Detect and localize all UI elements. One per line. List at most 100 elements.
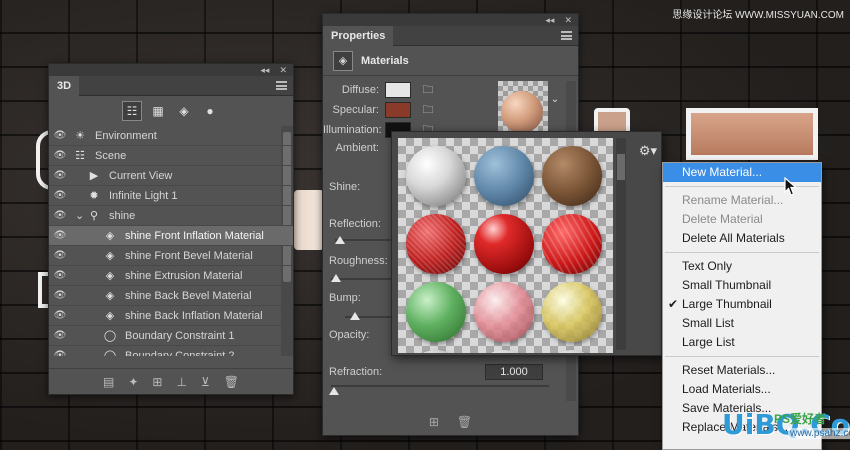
properties-titlebar[interactable]: ◂◂ ✕ — [323, 14, 578, 26]
menu-item-large-thumbnail[interactable]: ✔ Large Thumbnail — [663, 295, 821, 314]
menu-item-label: Delete All Materials — [682, 231, 785, 245]
ground-icon[interactable]: ⊥ — [176, 375, 186, 389]
visibility-eye-icon[interactable]: 👁 — [49, 230, 71, 241]
render-icon[interactable]: ▤ — [103, 375, 114, 389]
scene-tree-row[interactable]: 👁 ◈ shine Back Bevel Material — [49, 286, 293, 306]
trash-icon[interactable]: 🗑 — [224, 375, 239, 389]
whole-scene-icon[interactable]: ☷ — [122, 101, 142, 121]
scene-tree-row-label: shine — [109, 209, 136, 222]
scene-tree-row[interactable]: 👁 ◯ Boundary Constraint 1 — [49, 326, 293, 346]
menu-item-label: New Material... — [682, 165, 763, 179]
material-thumbnail-silver-sphere-2[interactable] — [474, 350, 534, 353]
visibility-eye-icon[interactable]: 👁 — [49, 170, 71, 181]
tab-properties[interactable]: Properties — [323, 25, 394, 46]
scene-tree-row[interactable]: 👁 ◈ shine Front Bevel Material — [49, 246, 293, 266]
materials-icon[interactable]: ◈ — [174, 101, 194, 121]
picker-scrollbar[interactable] — [616, 138, 626, 350]
visibility-eye-icon[interactable]: 👁 — [49, 130, 71, 141]
diffuse-row: Diffuse: 🗀 — [323, 82, 437, 98]
menu-item-reset-materials[interactable]: Reset Materials... — [663, 361, 821, 380]
panel-3d-tabbar: 3D — [49, 75, 293, 96]
specular-texture-icon[interactable]: 🗀 — [419, 103, 437, 117]
visibility-eye-icon[interactable]: 👁 — [49, 310, 71, 321]
illumination-label: Illumination: — [323, 124, 382, 136]
visibility-eye-icon[interactable]: 👁 — [49, 190, 71, 201]
material-thumbnail-red-fabric-sphere[interactable] — [406, 214, 466, 274]
visibility-eye-icon[interactable]: 👁 — [49, 150, 71, 161]
scene-tree-row[interactable]: 👁 ⌄ ⚲ shine — [49, 206, 293, 226]
panel-menu-icon[interactable] — [561, 31, 572, 40]
visibility-eye-icon[interactable]: 👁 — [49, 250, 71, 261]
drop-icon[interactable]: ⊻ — [201, 375, 210, 389]
diffuse-swatch[interactable] — [385, 82, 411, 98]
material-thumbnail-red-glossy-sphere[interactable] — [474, 214, 534, 274]
scene-tree-row[interactable]: 👁 ✹ Infinite Light 1 — [49, 186, 293, 206]
scene-tree-row-label: shine Front Bevel Material — [125, 249, 253, 262]
render-icon[interactable]: ⊞ — [429, 415, 439, 429]
watermark-tag: PS爱好者 — [774, 412, 827, 426]
material-thumbnail-grid — [398, 138, 613, 353]
gear-icon[interactable]: ⚙▾ — [638, 142, 658, 160]
lights-icon[interactable]: ● — [200, 101, 220, 121]
refraction-value[interactable]: 1.000 — [485, 364, 543, 380]
roughness-slider-knob[interactable] — [331, 274, 341, 282]
ambient-row: Ambient: — [323, 142, 385, 154]
menu-item-delete-all-materials[interactable]: Delete All Materials — [663, 229, 821, 248]
menu-item-large-list[interactable]: Large List — [663, 333, 821, 352]
visibility-eye-icon[interactable]: 👁 — [49, 330, 71, 341]
visibility-eye-icon[interactable]: 👁 — [49, 290, 71, 301]
material-icon: ◈ — [105, 270, 115, 282]
reflection-slider-knob[interactable] — [335, 236, 345, 244]
close-icon[interactable]: ✕ — [564, 15, 572, 26]
trash-icon[interactable]: 🗑 — [457, 415, 472, 429]
material-thumbnail-blue-matte-sphere[interactable] — [474, 146, 534, 206]
material-thumbnail-pink-glass-sphere[interactable] — [474, 282, 534, 342]
scene-tree-row[interactable]: 👁 ◈ shine Extrusion Material — [49, 266, 293, 286]
scene-tree-row-label: Environment — [95, 129, 157, 142]
specular-swatch[interactable] — [385, 102, 411, 118]
new-object-icon[interactable]: ⊞ — [152, 375, 162, 389]
panel-3d-titlebar[interactable]: ◂◂ ✕ — [49, 64, 293, 76]
expand-chevron-icon[interactable]: ⌄ — [75, 209, 85, 222]
refraction-slider[interactable] — [331, 385, 549, 387]
menu-item-load-materials[interactable]: Load Materials... — [663, 380, 821, 399]
material-thumbnail-white-sphere[interactable] — [406, 146, 466, 206]
materials-section-icon: ◈ — [333, 50, 353, 71]
collapse-icon[interactable]: ◂◂ — [545, 15, 554, 26]
menu-item-small-list[interactable]: Small List — [663, 314, 821, 333]
scene-tree-row[interactable]: 👁 ◈ shine Back Inflation Material — [49, 306, 293, 326]
close-icon[interactable]: ✕ — [279, 65, 287, 76]
menu-item-text-only[interactable]: Text Only — [663, 257, 821, 276]
visibility-eye-icon[interactable]: 👁 — [49, 270, 71, 281]
panel-menu-icon[interactable] — [276, 81, 287, 90]
scene-tree-row[interactable]: 👁 ☷ Scene — [49, 146, 293, 166]
material-thumbnail-silver-sphere[interactable] — [406, 350, 466, 353]
meshes-icon[interactable]: ▦ — [148, 101, 168, 121]
menu-item-label: Text Only — [682, 259, 733, 273]
refraction-slider-knob[interactable] — [329, 387, 339, 395]
material-thumbnail-gold-glass-sphere[interactable] — [542, 282, 602, 342]
scene-tree-row[interactable]: 👁 ◈ shine Front Inflation Material — [49, 226, 293, 246]
material-thumbnail-red-diamond-sphere[interactable] — [542, 214, 602, 274]
scene-tree-row[interactable]: 👁 ◯ Boundary Constraint 2 — [49, 346, 293, 357]
diffuse-label: Diffuse: — [341, 84, 379, 96]
collapse-icon[interactable]: ◂◂ — [260, 65, 269, 76]
material-picker-dropdown-icon[interactable]: ⌄ — [548, 94, 562, 114]
scene-tree-row-label: shine Extrusion Material — [125, 269, 243, 282]
checkmark-icon: ✔ — [668, 297, 679, 311]
material-thumbnail-green-leaf-sphere[interactable] — [406, 282, 466, 342]
diffuse-texture-icon[interactable]: 🗀 — [419, 83, 437, 97]
material-thumbnail-silver-sphere-3[interactable] — [542, 350, 602, 353]
visibility-eye-icon[interactable]: 👁 — [49, 350, 71, 356]
visibility-eye-icon[interactable]: 👁 — [49, 210, 71, 221]
menu-item-small-thumbnail[interactable]: Small Thumbnail — [663, 276, 821, 295]
tab-3d[interactable]: 3D — [49, 75, 80, 96]
scene-tree-row[interactable]: 👁 ▶ Current View — [49, 166, 293, 186]
scene-tree-row[interactable]: 👁 ☀ Environment — [49, 126, 293, 146]
materials-header: ◈ Materials — [323, 46, 578, 76]
add-light-icon[interactable]: ✦ — [128, 375, 138, 389]
bump-slider-knob[interactable] — [350, 312, 360, 320]
properties-footer: ⊞ 🗑 — [323, 415, 578, 429]
material-thumbnail-brown-wood-sphere[interactable] — [542, 146, 602, 206]
ambient-label: Ambient: — [335, 142, 379, 154]
